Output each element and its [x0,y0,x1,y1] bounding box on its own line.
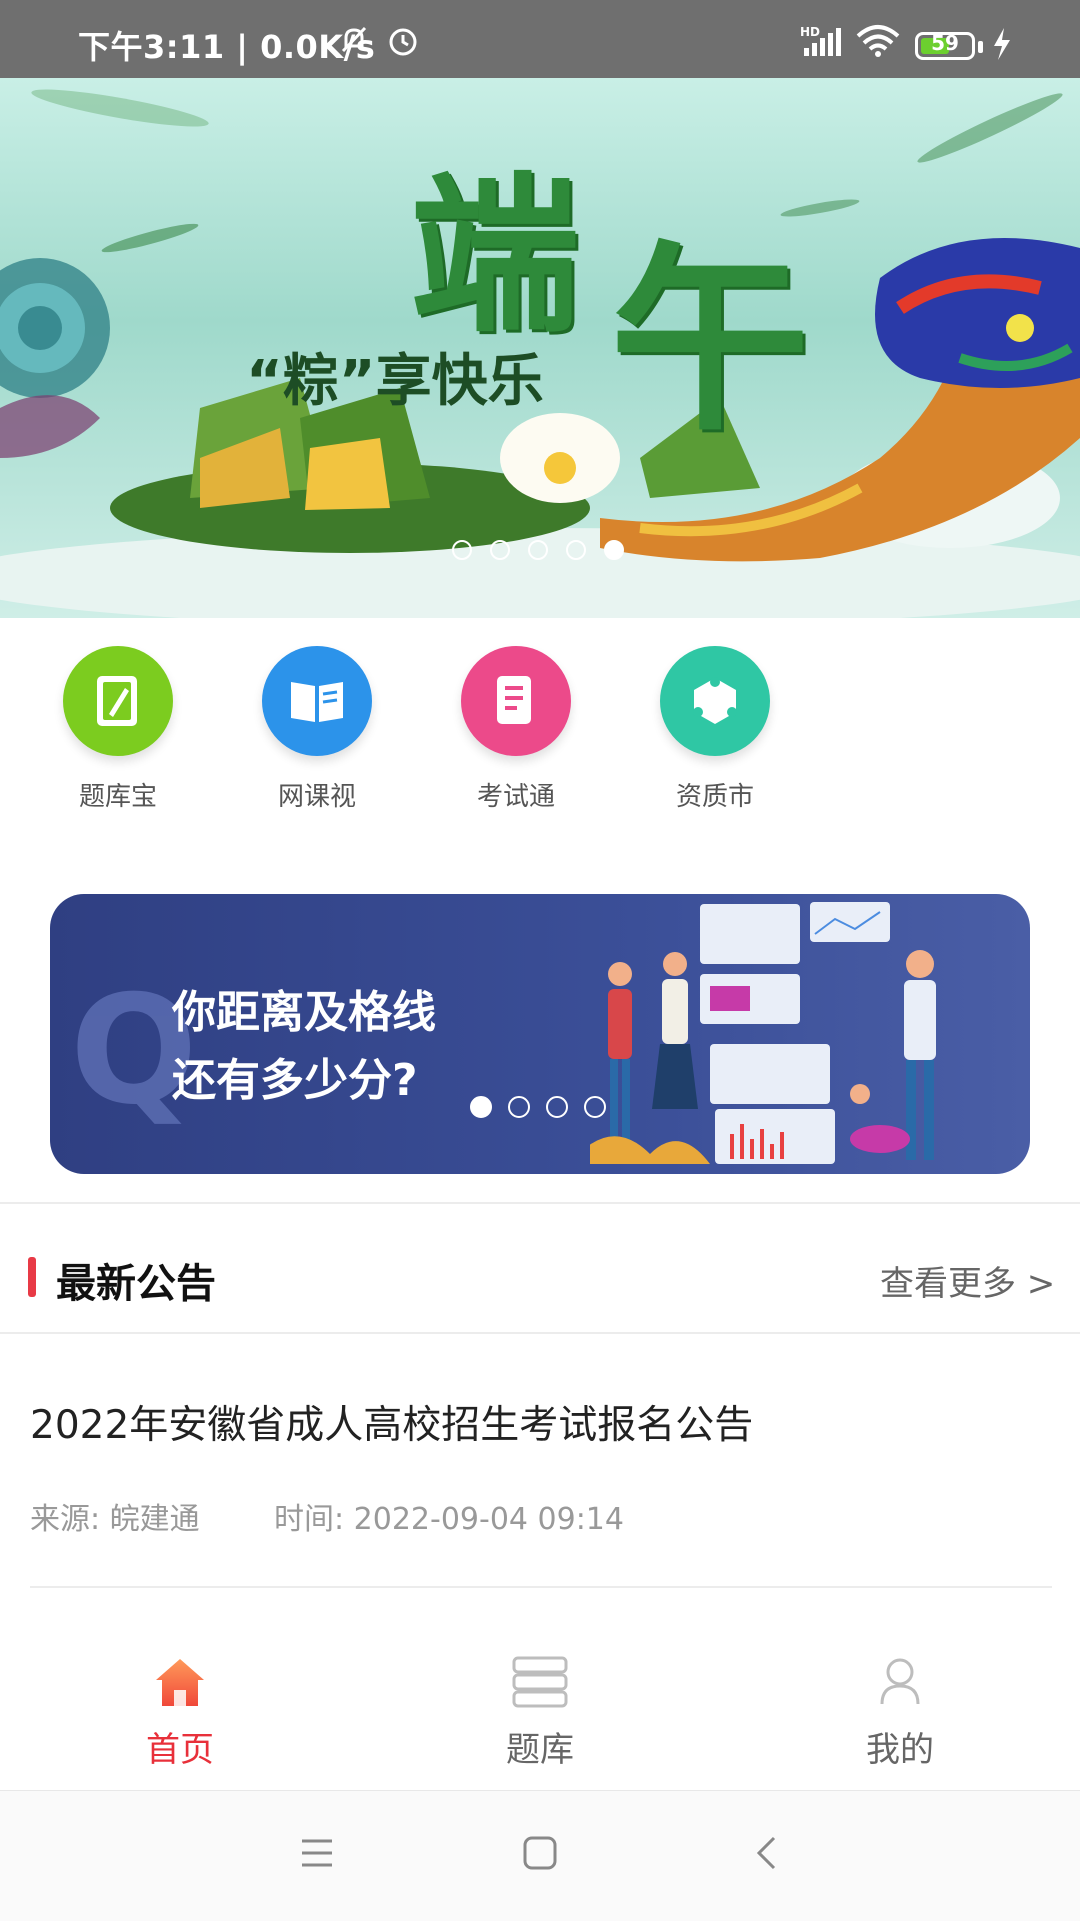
section-divider [0,1202,1080,1204]
back-icon[interactable] [754,1835,778,1875]
tab-home[interactable]: 首页 [80,1652,280,1771]
announcement-time: 时间: 2022-09-04 09:14 [274,1502,624,1537]
section-header-divider [0,1332,1080,1334]
banner-char-1: 端 [410,156,581,356]
tab-label: 题库 [506,1730,574,1770]
alarm-icon [386,24,420,66]
entry-zizhishi[interactable]: 资质市 [655,646,775,813]
banner-subtitle: “粽”享快乐 [246,349,544,414]
open-book-icon [262,646,372,756]
entry-label: 题库宝 [78,782,157,812]
tab-label: 我的 [866,1730,934,1770]
system-nav-bar [0,1790,1080,1921]
mute-bell-icon [338,24,370,64]
announcement-item[interactable] [0,1340,1080,1590]
entry-kaoshitong[interactable]: 考试通 [456,646,576,813]
banner-pagination [452,540,632,560]
pagination-dot[interactable] [452,540,472,560]
pagination-dot[interactable] [508,1096,530,1118]
battery-cap [978,41,983,53]
stack-icon [440,1652,640,1712]
menu-icon[interactable] [300,1837,334,1873]
entry-label: 资质市 [675,782,754,812]
wifi-icon [856,24,900,66]
banner-char-2: 午 [610,223,811,458]
pagination-dot[interactable] [528,540,548,560]
list-divider [30,1586,1052,1588]
notebook-pencil-icon [63,646,173,756]
pagination-dot[interactable] [566,540,586,560]
hd-signal-icon: HD [800,24,846,66]
announcement-title[interactable]: 2022年安徽省成人高校招生考试报名公告 [30,1394,753,1450]
battery-percent: 59 [931,31,959,55]
entry-wangkeshi[interactable]: 网课视 [257,646,377,813]
pagination-dot[interactable] [604,540,624,560]
home-icon [80,1652,280,1712]
charging-icon [992,28,1012,68]
pagination-dot[interactable] [584,1096,606,1118]
document-icon [461,646,571,756]
tab-mine[interactable]: 我的 [800,1652,1000,1771]
pagination-dot[interactable] [546,1096,568,1118]
announcement-source: 来源: 皖建通 [30,1502,200,1537]
pagination-dot[interactable] [490,540,510,560]
status-bar: 下午3:11 | 0.0K/s HD 59 [0,0,1080,78]
battery-icon: 59 [915,31,975,60]
pagination-dot[interactable] [470,1096,492,1118]
promo-banner[interactable]: Q 你距离及格线 还有多少分? [50,894,1030,1174]
home-square-icon[interactable] [522,1835,558,1875]
status-time: 下午3:11 | 0.0K/s [78,28,376,66]
section-title: 最新公告 [56,1261,216,1307]
entry-label: 考试通 [476,782,555,812]
entry-label: 网课视 [277,782,356,812]
festival-banner[interactable]: 端 午 “粽”享快乐 [0,78,1080,618]
tab-label: 首页 [146,1730,214,1770]
hexagon-network-icon [660,646,770,756]
promo-pagination [470,1096,606,1120]
svg-text:HD: HD [800,25,820,39]
promo-line-2: 还有多少分? [172,1055,418,1106]
promo-illustration [590,902,936,1164]
user-icon [800,1652,1000,1712]
promo-line-1: 你距离及格线 [172,987,436,1038]
section-accent-bar [28,1257,36,1297]
entry-tikubao[interactable]: 题库宝 [58,646,178,813]
tab-question-bank[interactable]: 题库 [440,1652,640,1771]
view-more-link[interactable]: 查看更多 > [880,1256,1055,1305]
